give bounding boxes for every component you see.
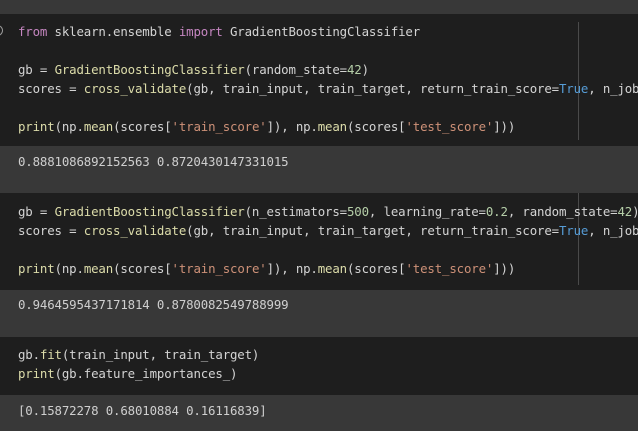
- code-token-bool: True: [558, 223, 589, 238]
- code-token: (np.: [54, 261, 84, 276]
- code-cell-1[interactable]: from sklearn.ensemble import GradientBoo…: [0, 14, 638, 146]
- code-token: (gb, train_input, train_target, return_t…: [186, 223, 559, 238]
- code-token-str: 'train_score': [171, 261, 267, 276]
- code-token: GradientBoostingClassifier: [222, 24, 421, 39]
- top-strip: [0, 0, 638, 14]
- code-token-str: 'test_score': [405, 261, 494, 276]
- code-token-fn: mean: [83, 261, 114, 276]
- code-token-fn: print: [18, 261, 55, 276]
- code-token-fn: print: [18, 119, 55, 134]
- code-token: (scores[: [347, 119, 406, 134]
- code-token-num: 42: [617, 204, 633, 219]
- code-token: (n_estimators=: [244, 204, 347, 219]
- code-token-fn: mean: [83, 119, 114, 134]
- code-cell-3[interactable]: gb.fit(train_input, train_target) print(…: [0, 337, 638, 395]
- code-token: scores =: [18, 81, 84, 96]
- code-token: sklearn.ensemble: [47, 24, 179, 39]
- code-token: (random_state=: [244, 62, 347, 77]
- code-token: (np.: [54, 119, 84, 134]
- code-token-fn: GradientBoostingClassifier: [54, 62, 245, 77]
- code-token-bool: True: [558, 81, 589, 96]
- output-area-3: [0.15872278 0.68010884 0.16116839]: [0, 395, 638, 431]
- code-token: scores =: [18, 223, 84, 238]
- output-area-1: 0.8881086892152563 0.8720430147331015: [0, 146, 638, 193]
- code-token-fn: cross_validate: [83, 81, 187, 96]
- code-token: , learning_rate=: [368, 204, 486, 219]
- code-token-kw: import: [178, 24, 223, 39]
- code-line[interactable]: print(np.mean(scores['train_score']), np…: [18, 119, 515, 134]
- code-token-num: 42: [346, 62, 362, 77]
- output-text-2: 0.9464595437171814 0.8780082549788999: [18, 297, 289, 312]
- code-token: (scores[: [113, 261, 172, 276]
- code-token: ])): [493, 119, 516, 134]
- code-token: gb =: [18, 204, 55, 219]
- code-token-num: 500: [346, 204, 369, 219]
- code-token-fn: GradientBoostingClassifier: [54, 204, 245, 219]
- run-indicator-icon[interactable]: [0, 25, 3, 36]
- code-token-num: 0.2: [485, 204, 508, 219]
- code-token-fn: mean: [317, 261, 347, 276]
- code-token: , n_jobs=-1: [588, 223, 638, 238]
- code-token: , n_jobs=-1: [588, 81, 638, 96]
- code-line[interactable]: print(gb.feature_importances_): [18, 366, 237, 381]
- code-token-kw: from: [18, 24, 48, 39]
- code-token: ]), np.: [266, 261, 318, 276]
- code-line[interactable]: gb = GradientBoostingClassifier(random_s…: [18, 62, 369, 77]
- code-token: (scores[: [347, 261, 406, 276]
- code-token: ): [361, 62, 369, 77]
- code-token-fn: print: [18, 366, 55, 381]
- output-area-2: 0.9464595437171814 0.8780082549788999: [0, 290, 638, 337]
- output-text-3: [0.15872278 0.68010884 0.16116839]: [18, 403, 267, 418]
- code-token-str: 'train_score': [171, 119, 267, 134]
- code-token: gb =: [18, 62, 55, 77]
- code-token: (train_input, train_target): [61, 347, 260, 362]
- code-token: , random_state=: [507, 204, 618, 219]
- code-cell-2[interactable]: gb = GradientBoostingClassifier(n_estima…: [0, 193, 638, 290]
- code-token-fn: fit: [39, 347, 62, 362]
- code-line[interactable]: from sklearn.ensemble import GradientBoo…: [18, 24, 420, 39]
- code-token-fn: mean: [317, 119, 347, 134]
- code-token: ])): [493, 261, 516, 276]
- code-token: (gb, train_input, train_target, return_t…: [186, 81, 559, 96]
- code-token: gb.: [18, 347, 40, 362]
- code-token-str: 'test_score': [405, 119, 494, 134]
- code-token: ): [632, 204, 638, 219]
- code-token: (scores[: [113, 119, 172, 134]
- code-token: ]), np.: [266, 119, 318, 134]
- code-token-fn: cross_validate: [83, 223, 187, 238]
- code-line[interactable]: scores = cross_validate(gb, train_input,…: [18, 81, 638, 96]
- code-token: (gb.feature_importances_): [54, 366, 238, 381]
- output-text-1: 0.8881086892152563 0.8720430147331015: [18, 154, 289, 169]
- code-line[interactable]: print(np.mean(scores['train_score']), np…: [18, 261, 515, 276]
- code-line[interactable]: gb = GradientBoostingClassifier(n_estima…: [18, 204, 638, 219]
- code-line[interactable]: gb.fit(train_input, train_target): [18, 347, 259, 362]
- code-line[interactable]: scores = cross_validate(gb, train_input,…: [18, 223, 638, 238]
